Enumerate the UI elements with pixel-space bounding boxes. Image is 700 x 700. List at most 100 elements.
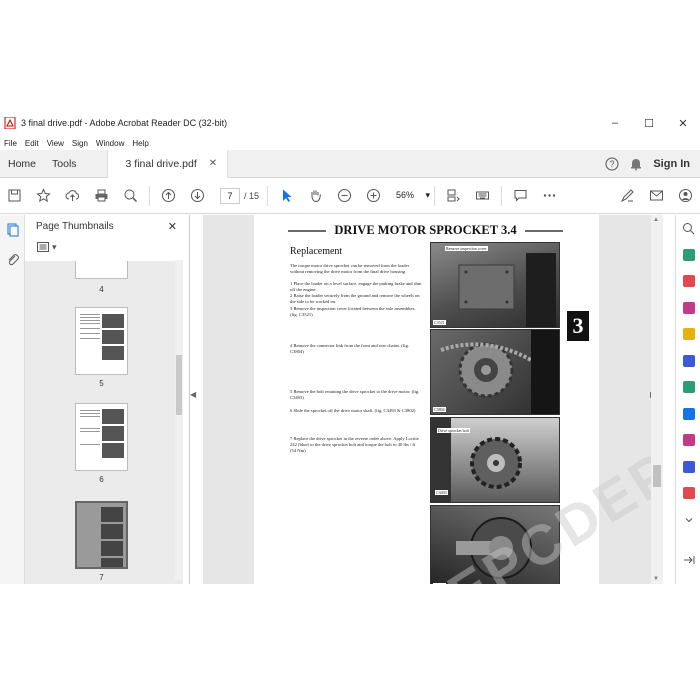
- figure-label: Remove inspection cover: [445, 246, 488, 251]
- zoom-level: 56%: [396, 190, 415, 200]
- hand-tool-icon[interactable]: [301, 178, 330, 214]
- email-icon[interactable]: [642, 178, 671, 214]
- figure-label: Drive sprocket bolt: [437, 428, 470, 433]
- more-options-icon[interactable]: [535, 178, 564, 214]
- tab-document[interactable]: 3 final drive.pdf ✕: [106, 149, 229, 178]
- thumbnail-options-button[interactable]: ▾: [25, 237, 189, 257]
- close-button[interactable]: ✕: [666, 110, 700, 136]
- menu-view[interactable]: View: [43, 139, 68, 148]
- keyboard-icon[interactable]: [468, 178, 497, 214]
- thumbnail-page-number: 5: [99, 379, 104, 388]
- comment-icon[interactable]: [506, 178, 535, 214]
- thumbnail-scrollbar-thumb[interactable]: [176, 355, 182, 415]
- export-pdf-icon[interactable]: [676, 242, 700, 269]
- pdf-page: DRIVE MOTOR SPROCKET 3.4 Replacement The…: [254, 215, 599, 584]
- zoom-tool-icon[interactable]: [676, 215, 700, 242]
- maximize-button[interactable]: ☐: [632, 110, 666, 136]
- bookmark-star-icon[interactable]: [29, 178, 58, 214]
- organize-pages-icon[interactable]: [676, 374, 700, 401]
- document-scrollbar[interactable]: ▲ ▼: [651, 215, 663, 584]
- combine-files-icon[interactable]: [676, 348, 700, 375]
- right-tools-rail: [675, 215, 700, 584]
- step-7: 7 Replace the drive sprocket in the reve…: [290, 436, 419, 453]
- bell-icon[interactable]: [629, 157, 643, 171]
- figure-photo: C3804: [430, 329, 560, 415]
- document-view: DRIVE MOTOR SPROCKET 3.4 Replacement The…: [203, 215, 651, 584]
- document-tab-label: 3 final drive.pdf: [125, 157, 197, 170]
- document-scrollbar-thumb[interactable]: [653, 465, 661, 487]
- select-cursor-icon[interactable]: [272, 178, 301, 214]
- upload-cloud-icon[interactable]: [58, 178, 87, 214]
- menu-edit[interactable]: Edit: [21, 139, 43, 148]
- next-page-icon[interactable]: [183, 178, 212, 214]
- thumbnails-panel-title: Page Thumbnails: [36, 220, 114, 232]
- window-title: 3 final drive.pdf - Adobe Acrobat Reader…: [21, 118, 228, 128]
- menu-bar: File Edit View Sign Window Help: [0, 136, 700, 150]
- title-bar: 3 final drive.pdf - Adobe Acrobat Reader…: [0, 110, 700, 136]
- menu-file[interactable]: File: [0, 139, 21, 148]
- figure-photo: Drive sprocket bolt C3493: [430, 417, 560, 503]
- page-thumbnails-panel: Page Thumbnails ✕ ▾ 4 5 6 7: [25, 215, 190, 584]
- page-thumbnail-6[interactable]: [75, 403, 128, 471]
- figure-photo: C3802: [430, 505, 560, 584]
- page-thumbnails-icon[interactable]: [0, 215, 25, 245]
- thumbnail-page-number: 7: [99, 573, 104, 582]
- step-3: 3 Remove the inspection cover located be…: [290, 306, 416, 317]
- chevron-down-icon: ▾: [52, 241, 57, 252]
- help-icon[interactable]: ?: [605, 157, 619, 171]
- collapse-left-panel-icon[interactable]: ◀: [190, 390, 196, 399]
- figure-id: C3802: [433, 583, 446, 584]
- save-icon[interactable]: [0, 178, 29, 214]
- thumbnail-scrollbar[interactable]: [175, 260, 183, 580]
- tab-bar: Home Tools 3 final drive.pdf ✕ ? Sign In: [0, 149, 700, 178]
- comment-tool-icon[interactable]: [676, 321, 700, 348]
- fill-sign-icon[interactable]: [676, 427, 700, 454]
- left-navigation-rail: [0, 215, 25, 584]
- previous-page-icon[interactable]: [154, 178, 183, 214]
- menu-help[interactable]: Help: [128, 139, 152, 148]
- figure-id: C3521: [433, 320, 446, 325]
- scan-ocr-icon[interactable]: [676, 401, 700, 428]
- step-5: 5 Remove the bolt retaining the drive sp…: [290, 389, 420, 400]
- close-panel-icon[interactable]: ✕: [168, 220, 177, 233]
- step-6: 6 Slide the sprocket off the drive motor…: [290, 408, 416, 413]
- protect-icon[interactable]: [676, 454, 700, 481]
- minimize-button[interactable]: –: [598, 110, 632, 136]
- zoom-dropdown[interactable]: 56% ▾: [396, 190, 430, 201]
- figure-id: C3493: [435, 490, 448, 495]
- create-pdf-icon[interactable]: [676, 268, 700, 295]
- optimize-pdf-icon[interactable]: [676, 480, 700, 507]
- print-icon[interactable]: [87, 178, 116, 214]
- page-title: DRIVE MOTOR SPROCKET 3.4: [334, 223, 517, 237]
- page-number-input[interactable]: 7: [220, 187, 240, 204]
- window-controls: – ☐ ✕: [598, 110, 700, 136]
- svg-text:?: ?: [610, 159, 615, 169]
- chevron-down-icon[interactable]: [676, 507, 700, 534]
- menu-window[interactable]: Window: [92, 139, 128, 148]
- page-thumbnail-7[interactable]: [75, 501, 128, 569]
- zoom-out-icon[interactable]: [330, 178, 359, 214]
- sign-in-button[interactable]: Sign In: [653, 158, 690, 170]
- acrobat-icon: [4, 117, 16, 129]
- tab-home[interactable]: Home: [0, 150, 44, 178]
- expand-panel-icon[interactable]: [676, 547, 700, 574]
- share-user-icon[interactable]: [671, 178, 700, 214]
- paragraph: The torque motor drive sprocket can be r…: [290, 263, 410, 274]
- page-layout-icon[interactable]: [439, 178, 468, 214]
- menu-sign[interactable]: Sign: [68, 139, 92, 148]
- step-4: 4 Remove the connector link from the fro…: [290, 343, 410, 354]
- sign-pen-icon[interactable]: [613, 178, 642, 214]
- page-total: / 15: [244, 190, 260, 201]
- step-2: 2 Raise the loader securely from the gro…: [290, 293, 420, 304]
- attachments-icon[interactable]: [0, 245, 25, 275]
- zoom-in-icon[interactable]: [359, 178, 388, 214]
- close-tab-icon[interactable]: ✕: [209, 158, 217, 169]
- page-thumbnail-5[interactable]: [75, 307, 128, 375]
- tab-tools[interactable]: Tools: [44, 150, 85, 178]
- page-thumbnail-4[interactable]: [75, 261, 128, 279]
- search-icon[interactable]: [116, 178, 145, 214]
- edit-pdf-icon[interactable]: [676, 295, 700, 322]
- figure-photo: Remove inspection cover C3521: [430, 242, 560, 328]
- main-toolbar: 7 / 15 56% ▾: [0, 178, 700, 214]
- thumbnail-page-number: 4: [99, 285, 104, 294]
